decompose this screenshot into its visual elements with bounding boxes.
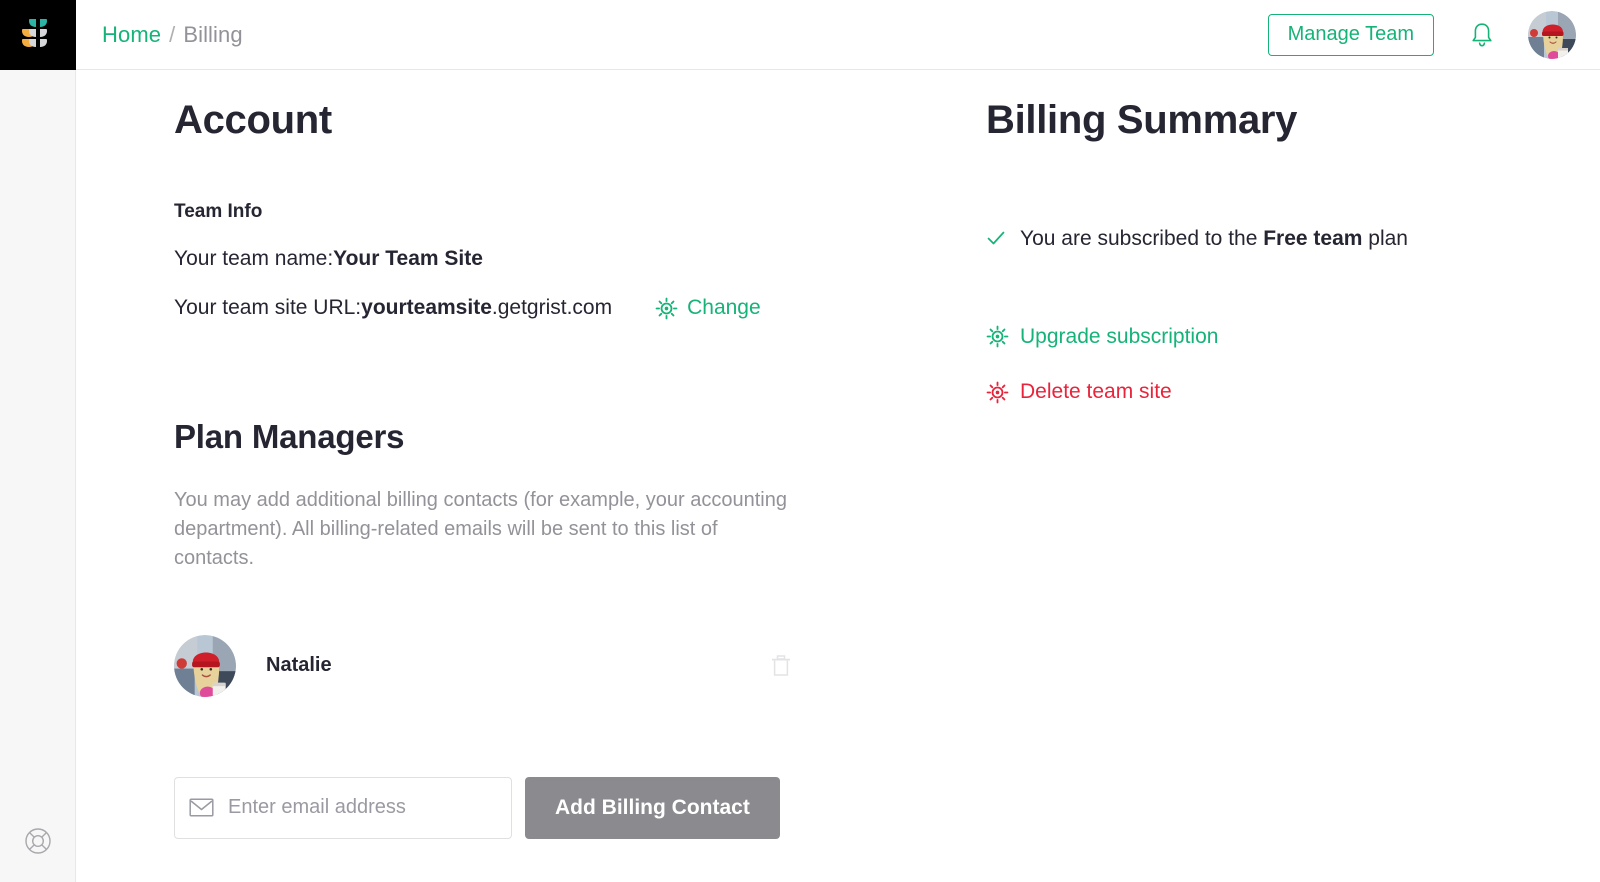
contact-name: Natalie	[266, 654, 332, 676]
gear-icon	[655, 297, 678, 320]
user-avatar[interactable]	[1528, 10, 1576, 59]
left-sidebar	[0, 0, 76, 882]
upgrade-subscription-link[interactable]: Upgrade subscription	[986, 324, 1218, 349]
grist-logo-button[interactable]	[0, 0, 76, 70]
lifebuoy-help-icon	[24, 828, 51, 854]
page-content: Account Team Info Your team name: Your T…	[76, 70, 1600, 882]
gear-icon	[986, 381, 1009, 404]
notifications-button[interactable]	[1464, 17, 1500, 53]
subscription-text: You are subscribed to the Free team plan	[1020, 226, 1408, 252]
team-url-subdomain: yourteamsite	[361, 296, 492, 320]
list-item: Natalie	[174, 634, 794, 697]
account-column: Account Team Info Your team name: Your T…	[76, 70, 916, 882]
change-team-url-link[interactable]: Change	[655, 295, 761, 321]
subscription-plan-name: Free team	[1263, 227, 1363, 250]
bell-icon	[1472, 22, 1492, 47]
team-name-prefix: Your team name:	[174, 247, 334, 270]
user-avatar-photo	[1528, 10, 1576, 59]
add-billing-contact-form: Add Billing Contact	[174, 776, 916, 839]
contact-avatar-photo	[174, 634, 236, 697]
breadcrumb: Home / Billing	[102, 22, 243, 48]
breadcrumb-current: Billing	[183, 21, 243, 47]
billing-summary-column: Billing Summary You are subscribed to th…	[916, 70, 1600, 882]
delete-team-site-link[interactable]: Delete team site	[986, 379, 1172, 404]
subscription-suffix: plan	[1362, 227, 1408, 250]
gear-icon	[986, 325, 1009, 348]
help-center-button[interactable]	[21, 824, 55, 858]
team-info-label: Team Info	[174, 201, 263, 222]
upgrade-subscription-label: Upgrade subscription	[1020, 325, 1219, 349]
manage-team-button[interactable]: Manage Team	[1267, 13, 1434, 56]
check-icon	[986, 226, 1006, 248]
billing-page: Home / Billing Manage Team Account Team …	[0, 0, 1600, 882]
top-bar: Home / Billing Manage Team	[76, 0, 1600, 70]
email-field[interactable]	[228, 796, 497, 819]
main-column: Home / Billing Manage Team Account Team …	[76, 0, 1600, 882]
subscription-status: You are subscribed to the Free team plan	[986, 226, 1600, 252]
contact-avatar	[174, 634, 236, 697]
envelope-icon	[189, 797, 214, 818]
trash-icon	[772, 654, 790, 676]
subscription-prefix: You are subscribed to the	[1020, 227, 1264, 250]
team-url-prefix: Your team site URL:	[174, 296, 362, 320]
page-title: Account	[174, 98, 332, 142]
billing-summary-title: Billing Summary	[986, 98, 1298, 142]
grist-logo-icon	[21, 19, 47, 47]
delete-team-site-label: Delete team site	[1020, 380, 1172, 404]
team-name-value: Your Team Site	[333, 247, 483, 270]
email-field-wrapper[interactable]	[174, 776, 512, 839]
team-url-domain: .getgrist.com	[491, 296, 613, 320]
remove-contact-button[interactable]	[768, 652, 794, 680]
add-billing-contact-button[interactable]: Add Billing Contact	[525, 776, 780, 839]
plan-managers-description: You may add additional billing contacts …	[174, 488, 787, 569]
breadcrumb-separator: /	[169, 21, 176, 47]
team-name-line: Your team name: Your Team Site	[174, 246, 916, 272]
team-url-line: Your team site URL: yourteamsite .getgri…	[174, 295, 916, 321]
change-link-label: Change	[687, 296, 761, 320]
breadcrumb-home-link[interactable]: Home	[102, 22, 161, 48]
plan-managers-title: Plan Managers	[174, 417, 405, 455]
